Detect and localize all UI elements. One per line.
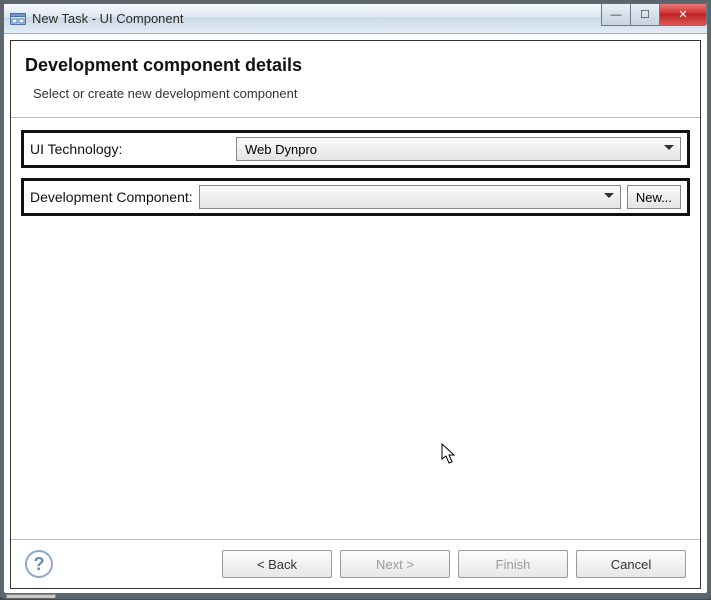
back-button[interactable]: < Back xyxy=(222,550,332,578)
cursor-icon xyxy=(441,443,457,465)
finish-button: Finish xyxy=(458,550,568,578)
form-area: UI Technology: Web Dynpro Development Co… xyxy=(11,118,700,238)
window-title: New Task - UI Component xyxy=(32,11,184,26)
new-button[interactable]: New... xyxy=(627,185,681,209)
ui-technology-combo[interactable]: Web Dynpro xyxy=(236,137,681,161)
wizard-content: Development component details Select or … xyxy=(10,40,701,589)
development-component-combo[interactable] xyxy=(199,185,621,209)
app-icon xyxy=(10,11,26,27)
window-controls: — ☐ ✕ xyxy=(602,4,707,26)
next-button: Next > xyxy=(340,550,450,578)
close-button[interactable]: ✕ xyxy=(659,4,707,26)
taskbar-fragment xyxy=(6,594,56,598)
development-component-label: Development Component: xyxy=(30,189,193,205)
cancel-button[interactable]: Cancel xyxy=(576,550,686,578)
page-title: Development component details xyxy=(25,55,686,76)
ui-technology-label: UI Technology: xyxy=(30,141,230,157)
ui-technology-value: Web Dynpro xyxy=(245,142,317,157)
maximize-button[interactable]: ☐ xyxy=(630,4,660,26)
wizard-header: Development component details Select or … xyxy=(11,41,700,118)
minimize-button[interactable]: — xyxy=(601,4,631,26)
dialog-window: New Task - UI Component — ☐ ✕ Developmen… xyxy=(3,3,708,594)
title-bar[interactable]: New Task - UI Component — ☐ ✕ xyxy=(4,4,707,34)
body-fill xyxy=(11,238,700,539)
ui-technology-row: UI Technology: Web Dynpro xyxy=(21,130,690,168)
button-bar: ? < Back Next > Finish Cancel xyxy=(11,539,700,588)
help-button[interactable]: ? xyxy=(25,550,53,578)
development-component-row: Development Component: New... xyxy=(21,178,690,216)
page-subtitle: Select or create new development compone… xyxy=(25,86,686,101)
